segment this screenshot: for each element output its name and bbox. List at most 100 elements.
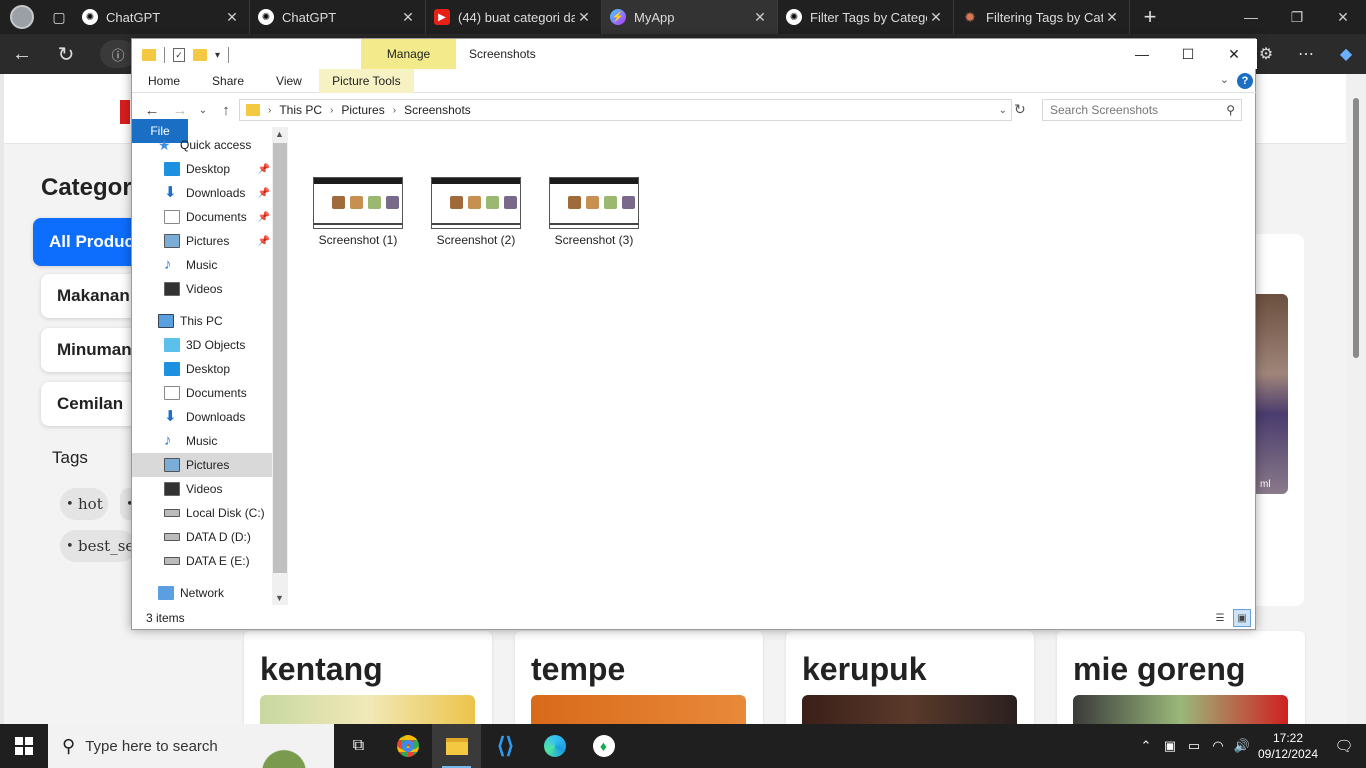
site-logo[interactable] [120,100,130,124]
nav-quick-music[interactable]: ♪ Music [164,253,272,277]
tab-title: Filtering Tags by Cate [986,9,1103,25]
new-folder-icon[interactable] [193,49,207,61]
nav-network[interactable]: Network [158,581,288,605]
start-button[interactable] [0,724,48,768]
taskbar-edge[interactable] [530,724,579,768]
browser-tab[interactable]: ✺ ChatGPT ✕ [74,0,250,34]
nav-videos[interactable]: Videos [164,477,272,501]
nav-quick-access[interactable]: ★ Quick access [158,133,288,157]
product-card-kentang[interactable]: kentang [244,631,492,724]
tab-home[interactable]: Home [132,69,196,93]
browser-tab[interactable]: ✹ Filtering Tags by Cate ✕ [954,0,1130,34]
close-icon[interactable]: ✕ [223,9,241,26]
close-icon[interactable]: ✕ [575,9,593,26]
search-input[interactable]: Search Screenshots ⚲ [1042,99,1242,121]
file-item-screenshot-2[interactable]: Screenshot (2) [428,177,524,247]
browser-tab[interactable]: ✺ ChatGPT ✕ [250,0,426,34]
reload-icon[interactable]: ↻ [44,42,88,67]
browser-tab-active[interactable]: ⚡ MyApp ✕ [602,0,778,34]
battery-icon[interactable]: ▭ [1182,738,1206,754]
nav-data-e[interactable]: DATA E (E:) [164,549,272,573]
close-icon[interactable]: ✕ [1103,9,1121,26]
recent-locations-icon[interactable]: ⌄ [194,105,212,116]
nav-desktop[interactable]: Desktop [164,357,272,381]
file-item-screenshot-1[interactable]: Screenshot (1) [310,177,406,247]
scroll-thumb[interactable] [273,143,287,573]
address-bar[interactable]: › This PC › Pictures › Screenshots ⌄ [239,99,1012,121]
chevron-down-icon[interactable]: ▾ [215,50,220,61]
nav-quick-desktop[interactable]: Desktop 📌 [164,157,272,181]
minimize-button[interactable]: — [1119,39,1165,69]
tab-view[interactable]: View [260,69,318,93]
folder-icon[interactable] [142,49,156,61]
tab-picture-tools[interactable]: Picture Tools [318,69,414,93]
tab-share[interactable]: Share [196,69,260,93]
close-icon[interactable]: ✕ [751,9,769,26]
properties-icon[interactable]: ✓ [173,48,185,62]
breadcrumb-this-pc[interactable]: This PC [279,103,322,117]
breadcrumb-screenshots[interactable]: Screenshots [404,103,471,117]
taskbar-file-explorer[interactable] [432,724,481,768]
nav-quick-pictures[interactable]: Pictures 📌 [164,229,272,253]
nav-scrollbar[interactable]: ▲ ▼ [272,127,288,605]
volume-icon[interactable]: 🔊 [1230,738,1254,754]
chevron-down-icon[interactable]: ⌄ [999,105,1007,116]
refresh-icon[interactable]: ↻ [1014,101,1026,118]
new-tab-button[interactable]: + [1130,4,1170,30]
file-item-screenshot-3[interactable]: Screenshot (3) [546,177,642,247]
product-card-tempe[interactable]: tempe [515,631,763,724]
close-window-button[interactable]: ✕ [1320,0,1366,34]
back-icon[interactable]: ← [138,102,166,119]
clock[interactable]: 17:22 09/12/2024 [1254,730,1322,762]
nav-documents[interactable]: Documents [164,381,272,405]
tag-chip-best-seller[interactable]: best_se [60,530,136,562]
taskbar-vscode[interactable]: ⟨⟩ [481,724,530,768]
breadcrumb-pictures[interactable]: Pictures [341,103,384,117]
details-view-icon[interactable]: ☰ [1211,609,1229,627]
taskbar-chrome[interactable] [383,724,432,768]
maximize-button[interactable]: ☐ [1165,39,1211,69]
nav-pictures-selected[interactable]: Pictures [132,453,272,477]
browser-tab[interactable]: ✺ Filter Tags by Categor ✕ [778,0,954,34]
task-view-button[interactable]: ⧉ [334,724,383,768]
minimize-button[interactable]: — [1228,0,1274,34]
tag-chip-hot[interactable]: hot [60,488,108,520]
nav-music[interactable]: ♪ Music [164,429,272,453]
page-scrollbar[interactable] [1346,74,1366,724]
more-menu-icon[interactable]: ⋯ [1286,44,1326,64]
nav-quick-downloads[interactable]: ⬇ Downloads 📌 [164,181,272,205]
meet-now-icon[interactable]: ▣ [1158,738,1182,754]
product-card-mie-goreng[interactable]: mie goreng [1057,631,1305,724]
product-card-kerupuk[interactable]: kerupuk [786,631,1034,724]
nav-quick-documents[interactable]: Documents 📌 [164,205,272,229]
nav-local-disk-c[interactable]: Local Disk (C:) [164,501,272,525]
back-icon[interactable]: ← [0,43,44,66]
chevron-up-icon[interactable]: ⌃ [1134,738,1158,754]
taskbar-search-input[interactable]: ⚲ Type here to search [48,724,334,768]
copilot-icon[interactable]: ◆ [1326,44,1366,64]
vscode-icon: ⟨⟩ [496,733,515,758]
forward-icon[interactable]: → [166,102,194,119]
nav-data-d[interactable]: DATA D (D:) [164,525,272,549]
up-icon[interactable]: ↑ [212,102,240,119]
browser-tab[interactable]: ▶ (44) buat categori dan ✕ [426,0,602,34]
nav-3d-objects[interactable]: 3D Objects [164,333,272,357]
scroll-down-icon[interactable]: ▼ [275,593,284,603]
nav-downloads[interactable]: ⬇ Downloads [164,405,272,429]
scroll-up-icon[interactable]: ▲ [275,129,284,139]
close-icon[interactable]: ✕ [399,9,417,26]
wifi-icon[interactable]: ◠ [1206,738,1230,754]
tab-actions-icon[interactable]: ▢ [44,0,74,34]
taskbar-mongodb-compass[interactable]: ♦ [579,724,628,768]
close-button[interactable]: ✕ [1211,39,1257,69]
manage-context-tab[interactable]: Manage [361,39,456,69]
maximize-button[interactable]: ❐ [1274,0,1320,34]
nav-this-pc[interactable]: This PC [158,309,288,333]
profile-avatar[interactable] [0,0,44,34]
notification-icon[interactable]: 🗨 [1322,737,1366,755]
close-icon[interactable]: ✕ [927,9,945,26]
nav-quick-videos[interactable]: Videos [164,277,272,301]
large-icons-view-icon[interactable]: ▣ [1233,609,1251,627]
expand-ribbon-icon[interactable]: ⌄ [1220,73,1229,86]
help-icon[interactable]: ? [1237,73,1253,89]
